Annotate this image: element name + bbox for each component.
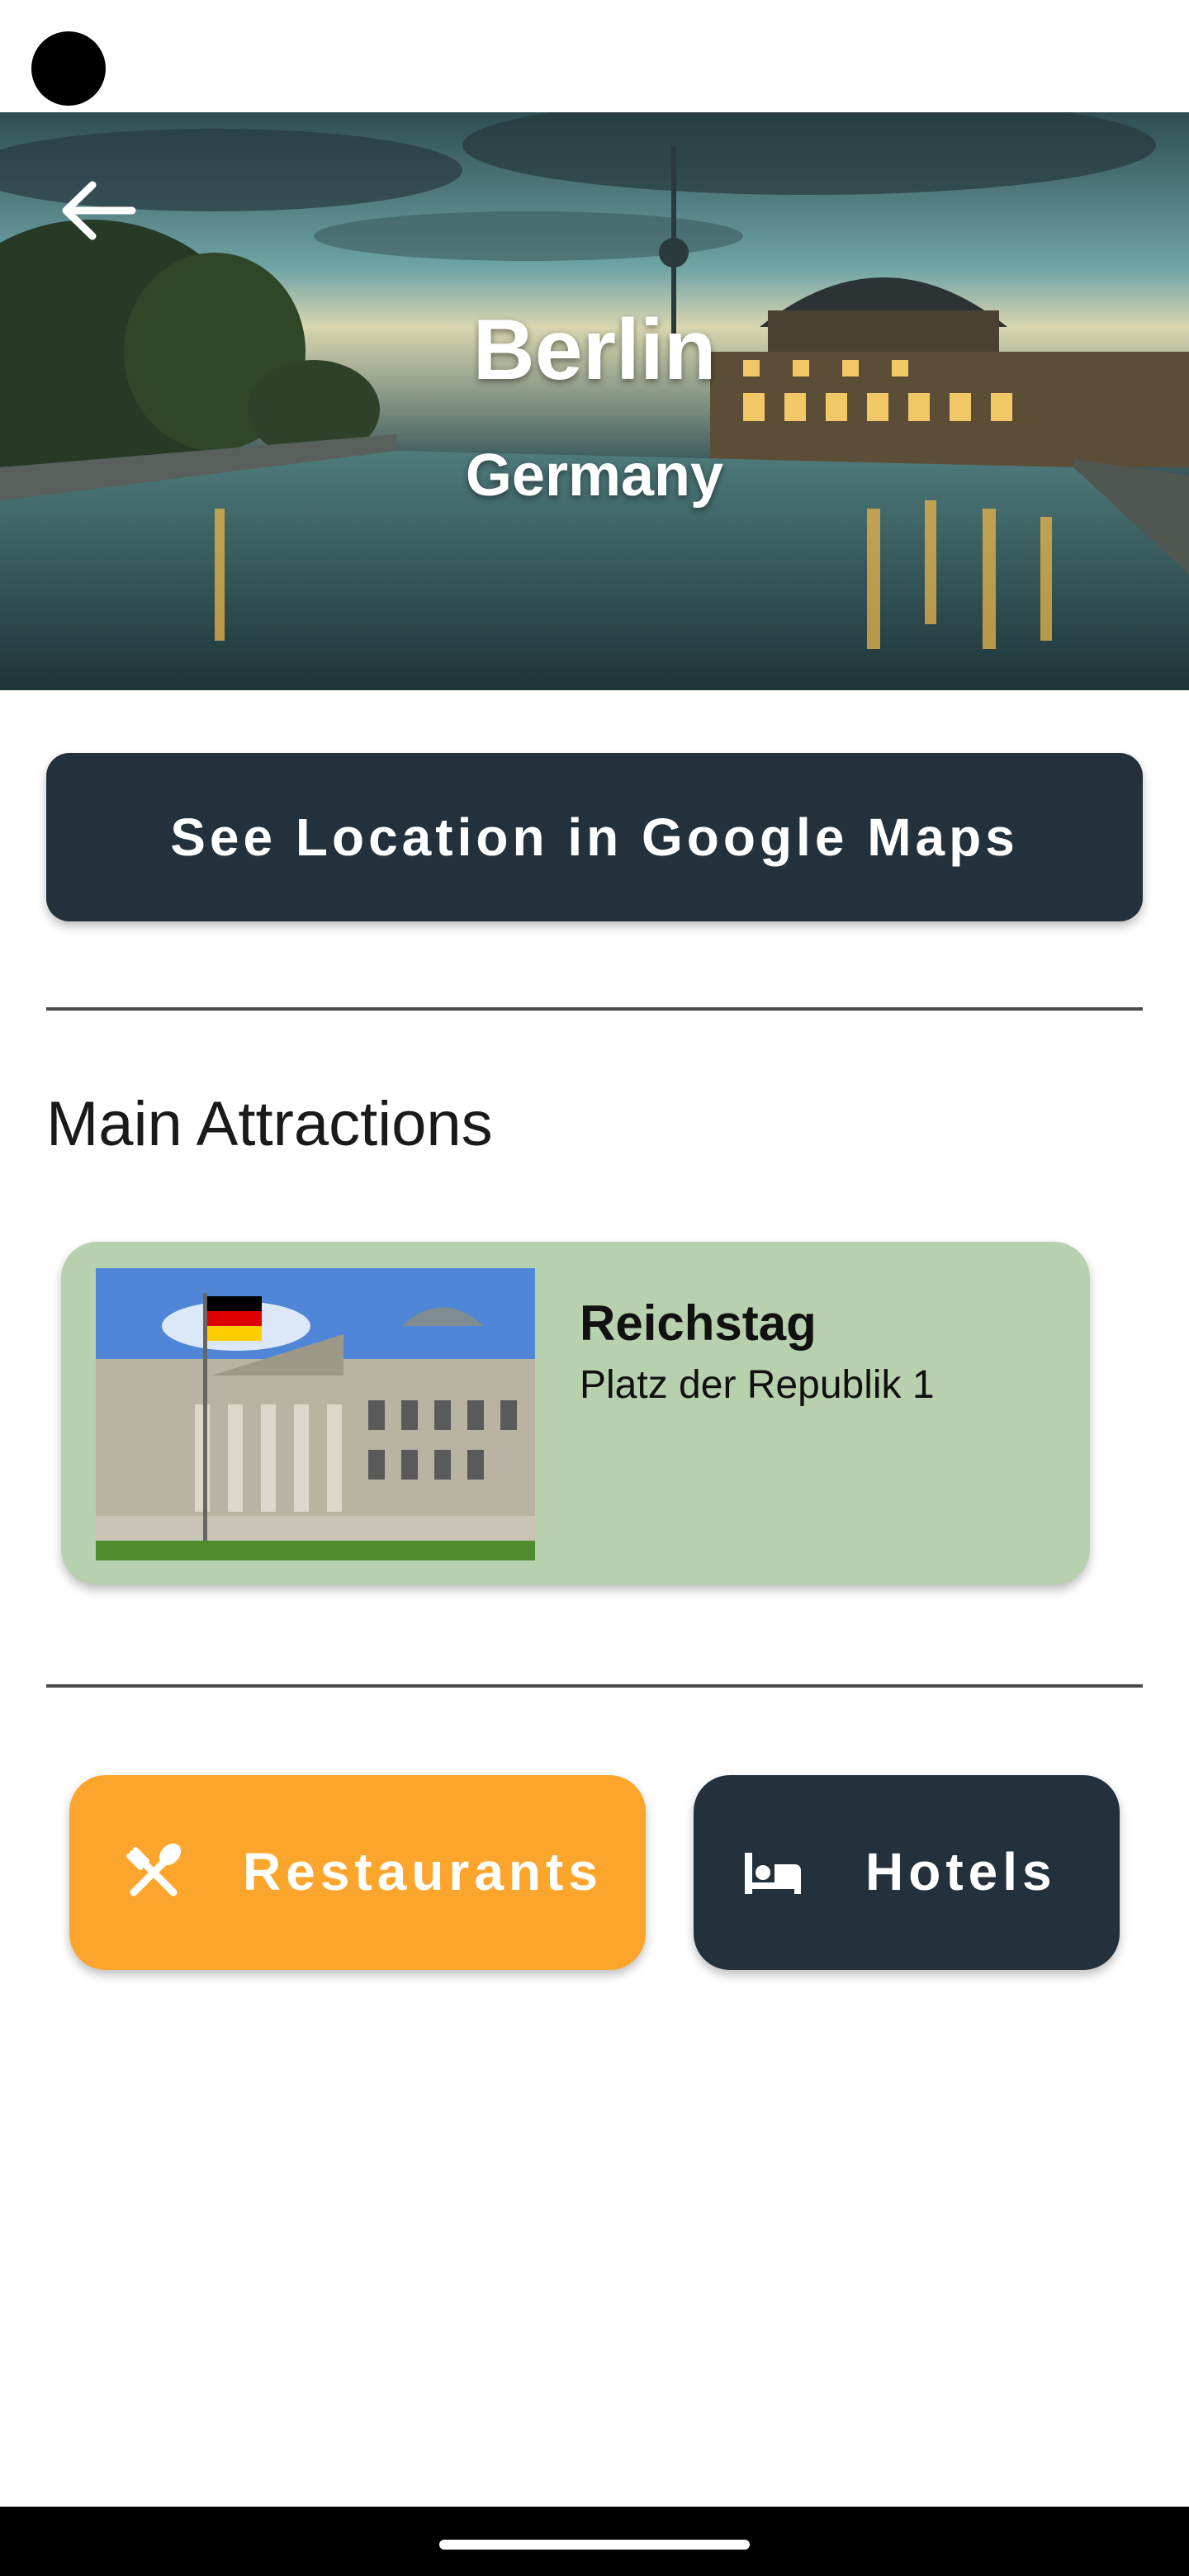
attraction-photo bbox=[96, 1268, 535, 1560]
camera-cutout bbox=[31, 31, 106, 106]
city-title: Berlin bbox=[472, 302, 717, 398]
divider bbox=[46, 1007, 1143, 1011]
attraction-address: Platz der Republik 1 bbox=[580, 1363, 935, 1407]
restaurant-icon bbox=[126, 1843, 182, 1896]
hero-banner: Berlin Germany bbox=[0, 112, 1189, 690]
attraction-card[interactable]: Reichstag Platz der Republik 1 bbox=[61, 1242, 1090, 1585]
section-heading: Main Attractions bbox=[46, 1089, 493, 1159]
navigation-bar bbox=[0, 2507, 1189, 2576]
bed-icon bbox=[745, 1853, 801, 1894]
restaurants-label: Restaurants bbox=[243, 1842, 603, 1901]
attraction-name: Reichstag bbox=[580, 1295, 817, 1351]
hotels-button[interactable]: Hotels bbox=[694, 1775, 1120, 1970]
city-photo bbox=[0, 112, 1189, 690]
hotels-label: Hotels bbox=[865, 1842, 1057, 1901]
divider bbox=[46, 1684, 1143, 1688]
back-arrow-icon[interactable] bbox=[53, 165, 144, 256]
status-bar bbox=[0, 0, 1189, 112]
home-indicator[interactable] bbox=[439, 2540, 750, 2550]
see-location-button[interactable]: See Location in Google Maps bbox=[46, 753, 1143, 921]
restaurants-button[interactable]: Restaurants bbox=[69, 1775, 646, 1970]
country-subtitle: Germany bbox=[465, 443, 724, 509]
